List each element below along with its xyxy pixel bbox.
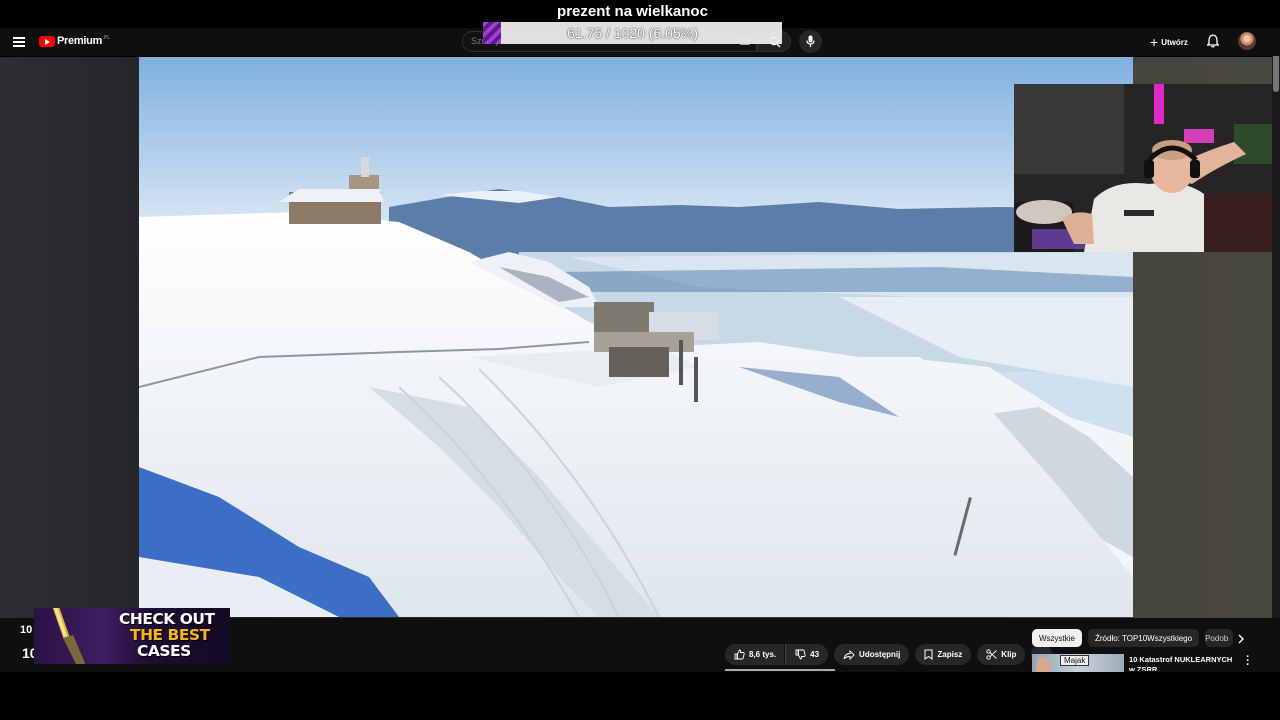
recommendation-menu-icon[interactable]: · · · — [1245, 652, 1251, 671]
page-scrollbar[interactable] — [1272, 30, 1280, 620]
streamer-webcam — [1014, 84, 1280, 252]
bookmark-icon — [924, 649, 933, 660]
dislike-count: 43 — [810, 650, 820, 659]
ad-banner[interactable]: CHECK OUT THE BEST CASES — [34, 608, 230, 664]
donation-goal-title: prezent na wielkanoc — [557, 3, 708, 20]
video-actions: 8,6 tys. 43 Udostępnij Zapisz Klip ⋯ — [725, 644, 1053, 665]
logo-text: Premium — [57, 35, 102, 47]
related-filter-chips: Wszystkie Źródło: TOP10Wszystkiego Podob — [1032, 629, 1234, 647]
like-button[interactable]: 8,6 tys. — [725, 644, 785, 665]
chip-source[interactable]: Źródło: TOP10Wszystkiego — [1088, 629, 1200, 647]
dislike-button[interactable]: 43 — [785, 644, 829, 665]
save-button[interactable]: Zapisz — [915, 644, 972, 665]
knife-icon — [52, 608, 86, 664]
chevron-right-icon[interactable] — [1236, 633, 1246, 645]
voice-search-button[interactable] — [799, 30, 822, 53]
webcam-frame — [1014, 84, 1280, 252]
like-ratio-bar — [725, 669, 835, 671]
donation-goal-text: 61.75 / 1020 (6.05%) — [567, 25, 698, 41]
scissors-icon — [986, 649, 998, 660]
title-fragment: 10 — [20, 624, 33, 636]
microphone-icon — [806, 35, 815, 47]
ad-text-line3: CASES — [137, 642, 191, 660]
share-label: Udostępnij — [859, 650, 901, 659]
chip-all[interactable]: Wszystkie — [1032, 629, 1082, 647]
thumbnail-badge: Majak — [1060, 655, 1090, 666]
chip-similar[interactable]: Podob — [1205, 629, 1234, 647]
share-button[interactable]: Udostępnij — [834, 644, 910, 665]
recommendation-title[interactable]: 10 Katastrof NUKLEARNYCH w ZSRR — [1129, 655, 1239, 671]
video-frame-mountain-scene — [139, 57, 1133, 617]
thumbs-up-icon — [734, 649, 745, 660]
plus-icon: + — [1150, 34, 1159, 50]
create-label: Utwórz — [1161, 37, 1188, 47]
donation-goal-bar: 61.75 / 1020 (6.05%) — [483, 22, 782, 44]
video-player[interactable] — [139, 57, 1133, 617]
create-button[interactable]: + Utwórz — [1146, 33, 1192, 51]
youtube-premium-logo[interactable]: Premium PL — [39, 35, 110, 47]
logo-country-code: PL — [103, 34, 111, 41]
clip-button[interactable]: Klip — [977, 644, 1026, 665]
thumbnail-person — [1036, 657, 1050, 672]
thumbs-down-icon — [795, 649, 806, 660]
recommendation-thumbnail[interactable]: Majak — [1032, 654, 1124, 672]
account-avatar[interactable] — [1238, 32, 1256, 50]
save-label: Zapisz — [937, 650, 963, 659]
like-count: 8,6 tys. — [749, 650, 777, 659]
hamburger-icon[interactable] — [13, 37, 25, 47]
youtube-play-icon — [39, 35, 55, 47]
bottom-letterbox — [0, 672, 1280, 720]
share-icon — [843, 649, 855, 660]
clip-label: Klip — [1001, 650, 1017, 659]
bell-icon[interactable] — [1207, 34, 1219, 48]
